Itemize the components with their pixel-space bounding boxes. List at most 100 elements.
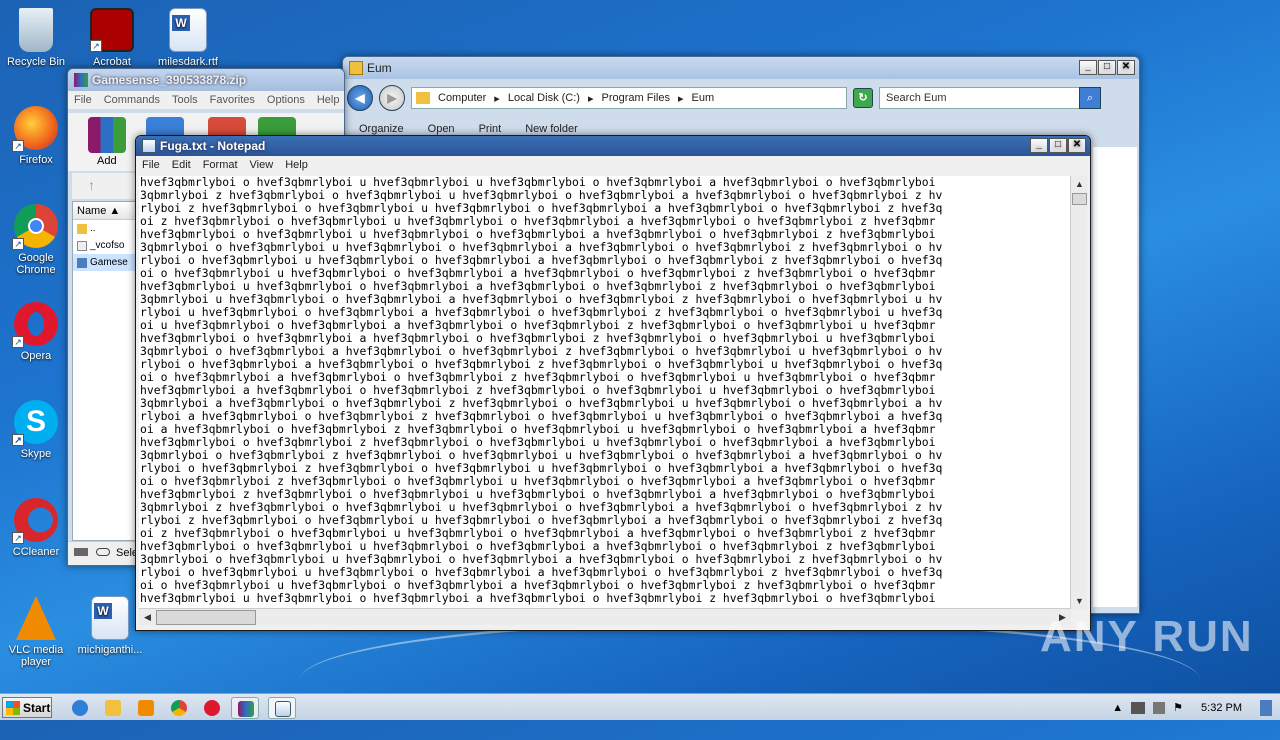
- desktop-icon-recycle-bin[interactable]: Recycle Bin: [0, 8, 72, 68]
- key-icon: [96, 548, 110, 556]
- print-button[interactable]: Print: [479, 123, 502, 135]
- explorer-content[interactable]: [1093, 147, 1137, 607]
- chrome-icon: [171, 700, 187, 716]
- word-doc-icon: W: [169, 8, 207, 52]
- forward-button[interactable]: ▶: [379, 85, 405, 111]
- search-placeholder: Search Eum: [886, 92, 947, 104]
- opera-icon: ↗: [12, 302, 58, 348]
- opera-icon: [204, 700, 220, 716]
- desktop-icon-opera[interactable]: ↗ Opera: [0, 302, 72, 362]
- search-input[interactable]: Search Eum ⌕: [879, 87, 1101, 109]
- taskbar-media-player[interactable]: [132, 697, 160, 719]
- organize-button[interactable]: Organize: [359, 123, 404, 135]
- column-header-name[interactable]: Name ▲: [73, 202, 135, 220]
- notepad-titlebar[interactable]: Fuga.txt - Notepad _ □ ✕: [136, 136, 1090, 156]
- menu-file[interactable]: File: [142, 159, 160, 171]
- menu-commands[interactable]: Commands: [104, 94, 160, 106]
- chevron-right-icon[interactable]: ▸: [494, 92, 500, 105]
- add-icon[interactable]: [88, 117, 126, 153]
- close-button[interactable]: ✕: [1117, 60, 1135, 75]
- taskbar-notepad[interactable]: [268, 697, 296, 719]
- breadcrumb-item[interactable]: Local Disk (C:): [508, 92, 580, 104]
- file-row[interactable]: ..: [73, 220, 135, 237]
- explorer-icon: [105, 700, 121, 716]
- desktop-icon-chrome[interactable]: ↗ Google Chrome: [0, 204, 72, 276]
- search-icon[interactable]: ⌕: [1079, 87, 1101, 109]
- desktop-icon-firefox[interactable]: ↗ Firefox: [0, 106, 72, 166]
- chevron-right-icon[interactable]: ▸: [678, 92, 684, 105]
- notepad-text-area[interactable]: hvef3qbmrlyboi o hvef3qbmrlyboi u hvef3q…: [139, 176, 1071, 610]
- breadcrumb-item[interactable]: Computer: [438, 92, 486, 104]
- breadcrumb-item[interactable]: Eum: [691, 92, 714, 104]
- taskbar-winrar[interactable]: [231, 697, 259, 719]
- chevron-right-icon[interactable]: ▸: [588, 92, 594, 105]
- scroll-down-arrow-icon[interactable]: ▼: [1071, 593, 1088, 610]
- close-button[interactable]: ✕: [1068, 138, 1086, 153]
- security-icon[interactable]: [1153, 701, 1166, 714]
- explorer-titlebar[interactable]: Eum _ □ ✕: [343, 57, 1139, 79]
- vertical-scrollbar[interactable]: ▲ ▼: [1070, 176, 1087, 610]
- notepad-window[interactable]: Fuga.txt - Notepad _ □ ✕ File Edit Forma…: [135, 135, 1091, 631]
- desktop-icon-skype[interactable]: S ↗ Skype: [0, 400, 72, 460]
- winrar-menubar: File Commands Tools Favorites Options He…: [68, 91, 344, 109]
- menu-tools[interactable]: Tools: [172, 94, 198, 106]
- window-title: Fuga.txt - Notepad: [160, 139, 266, 153]
- acrobat-icon: ↗: [90, 8, 134, 52]
- file-list[interactable]: Name ▲ .. _vcofso Gamese: [72, 201, 136, 541]
- taskbar-opera[interactable]: [198, 697, 226, 719]
- back-button[interactable]: ◀: [347, 85, 373, 111]
- open-button[interactable]: Open: [428, 123, 455, 135]
- menu-favorites[interactable]: Favorites: [210, 94, 255, 106]
- scroll-up-arrow-icon[interactable]: ▲: [1071, 176, 1088, 193]
- desktop-icon-acrobat[interactable]: ↗ Acrobat: [76, 8, 148, 68]
- desktop-icon-label: VLC media player: [8, 644, 64, 668]
- desktop-icon-milesdark[interactable]: W milesdark.rtf: [152, 8, 224, 68]
- horizontal-scrollbar[interactable]: ◀ ▶: [139, 608, 1071, 625]
- menu-help[interactable]: Help: [317, 94, 340, 106]
- desktop-icon-label: Acrobat: [93, 56, 131, 68]
- window-title: Eum: [367, 61, 392, 75]
- desktop-icon-vlc[interactable]: VLC media player: [0, 596, 72, 668]
- winrar-titlebar[interactable]: Gamesense_390533878.zip: [68, 69, 344, 91]
- path-bar[interactable]: ↑: [72, 173, 136, 199]
- minimize-button[interactable]: _: [1079, 60, 1097, 75]
- clock[interactable]: 5:32 PM: [1201, 702, 1242, 714]
- show-hidden-icons-icon[interactable]: ▲: [1112, 702, 1123, 714]
- drive-icon: [74, 548, 88, 556]
- menu-edit[interactable]: Edit: [172, 159, 191, 171]
- add-button-label[interactable]: Add: [97, 155, 117, 167]
- taskbar-chrome[interactable]: [165, 697, 193, 719]
- scrollbar-thumb[interactable]: [156, 610, 256, 625]
- desktop-icon-ccleaner[interactable]: ↗ CCleaner: [0, 498, 72, 558]
- network-icon[interactable]: [1131, 701, 1146, 714]
- maximize-button[interactable]: □: [1049, 138, 1067, 153]
- taskbar-explorer[interactable]: [99, 697, 127, 719]
- new-folder-button[interactable]: New folder: [525, 123, 578, 135]
- taskbar: Start ▲ ⚑ 5:32 PM: [0, 693, 1280, 720]
- file-row[interactable]: _vcofso: [73, 237, 135, 254]
- desktop-icon-label: Recycle Bin: [6, 56, 66, 68]
- window-title: Gamesense_390533878.zip: [92, 73, 247, 87]
- scroll-left-arrow-icon[interactable]: ◀: [139, 609, 156, 626]
- menu-file[interactable]: File: [74, 94, 92, 106]
- menu-options[interactable]: Options: [267, 94, 305, 106]
- show-desktop-button[interactable]: [1260, 699, 1272, 716]
- minimize-button[interactable]: _: [1030, 138, 1048, 153]
- start-label: Start: [23, 700, 51, 715]
- up-arrow-icon[interactable]: ↑: [88, 177, 95, 193]
- address-bar[interactable]: Computer ▸ Local Disk (C:) ▸ Program Files…: [411, 87, 847, 109]
- menu-help[interactable]: Help: [285, 159, 308, 171]
- action-center-flag-icon[interactable]: ⚑: [1173, 701, 1183, 714]
- refresh-button[interactable]: ↻: [853, 88, 873, 108]
- menu-view[interactable]: View: [250, 159, 274, 171]
- maximize-button[interactable]: □: [1098, 60, 1116, 75]
- recycle-bin-icon: [19, 8, 53, 52]
- word-doc-icon: W: [91, 596, 129, 640]
- menu-format[interactable]: Format: [203, 159, 238, 171]
- taskbar-ie[interactable]: [66, 697, 94, 719]
- file-row[interactable]: Gamese: [73, 254, 135, 271]
- explorer-address-row: ◀ ▶ Computer ▸ Local Disk (C:) ▸ Program F…: [347, 83, 1135, 113]
- scrollbar-thumb[interactable]: [1072, 193, 1087, 205]
- breadcrumb-item[interactable]: Program Files: [601, 92, 669, 104]
- start-button[interactable]: Start: [2, 697, 52, 718]
